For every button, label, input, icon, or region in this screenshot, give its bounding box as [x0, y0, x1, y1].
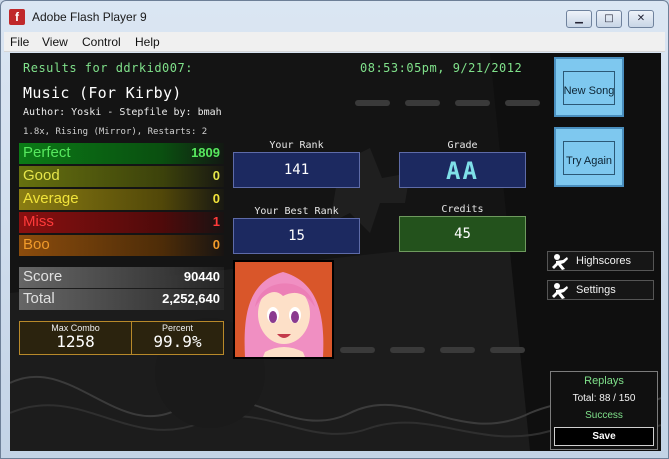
percent: Percent 99.9%	[132, 322, 223, 354]
percent-value: 99.9%	[153, 332, 202, 351]
judgement-value: 1	[212, 214, 220, 229]
game-stage: Results for ddrkid007: 08:53:05pm, 9/21/…	[10, 53, 661, 451]
grade-box: AA	[399, 152, 526, 188]
title-bar: f Adobe Flash Player 9 ▁ □ ✕	[1, 1, 668, 31]
your-rank-box: 141	[233, 152, 360, 188]
judgement-value: 0	[212, 237, 220, 252]
judgement-label: Boo	[23, 236, 50, 253]
avatar	[233, 260, 334, 359]
your-rank-value: 141	[283, 162, 310, 178]
menu-bar: File View Control Help	[4, 32, 665, 52]
replays-total: Total: 88 / 150	[572, 393, 636, 404]
results-header: Results for ddrkid007:	[23, 61, 193, 75]
song-author: Author: Yoski - Stepfile by: bmah	[23, 107, 222, 118]
max-combo: Max Combo 1258	[20, 322, 132, 354]
best-rank-label: Your Best Rank	[254, 206, 339, 217]
menu-control[interactable]: Control	[82, 35, 121, 49]
maximize-button[interactable]: □	[596, 10, 622, 28]
new-song-button[interactable]: New Song	[554, 57, 624, 117]
new-song-label: New Song	[563, 85, 615, 97]
close-button[interactable]: ✕	[628, 10, 654, 28]
anime-girl-avatar-image	[235, 262, 332, 357]
try-again-label: Try Again	[565, 155, 613, 167]
save-replay-button[interactable]: Save	[554, 427, 654, 446]
dancer-icon	[552, 283, 568, 299]
judgement-label: Average	[23, 190, 79, 207]
settings-label: Settings	[576, 284, 616, 296]
dancer-icon	[552, 254, 568, 270]
settings-button[interactable]: Settings	[547, 280, 654, 300]
judgement-value: 1809	[191, 145, 220, 160]
combo-percent-box: Max Combo 1258 Percent 99.9%	[19, 321, 224, 355]
song-title: Music (For Kirby)	[23, 84, 182, 102]
results-timestamp: 08:53:05pm, 9/21/2012	[360, 61, 523, 75]
judgement-label: Good	[23, 167, 60, 184]
judgement-label: Miss	[23, 213, 54, 230]
judgement-boo: Boo 0	[19, 235, 224, 256]
flash-icon: f	[9, 9, 25, 25]
credits-value: 45	[454, 226, 471, 242]
best-rank-value: 15	[288, 228, 305, 244]
judgement-miss: Miss 1	[19, 212, 224, 233]
your-rank-label: Your Rank	[269, 140, 324, 151]
replays-title: Replays	[584, 375, 624, 387]
best-rank-box: 15	[233, 218, 360, 254]
judgement-value: 0	[212, 191, 220, 206]
judgement-label: Perfect	[23, 144, 71, 161]
highscores-label: Highscores	[576, 255, 632, 267]
menu-help[interactable]: Help	[135, 35, 160, 49]
max-combo-value: 1258	[56, 332, 95, 351]
total-row: Total 2,252,640	[19, 289, 224, 310]
try-again-button[interactable]: Try Again	[554, 127, 624, 187]
song-modifiers: 1.8x, Rising (Mirror), Restarts: 2	[23, 127, 208, 137]
judgement-perfect: Perfect 1809	[19, 143, 224, 164]
app-window: f Adobe Flash Player 9 ▁ □ ✕ File View C…	[0, 0, 669, 459]
grade-value: AA	[446, 157, 479, 185]
judgement-average: Average 0	[19, 189, 224, 210]
credits-box: 45	[399, 216, 526, 252]
total-value: 2,252,640	[162, 291, 220, 306]
replays-status: Success	[585, 410, 623, 421]
grade-label: Grade	[447, 140, 478, 151]
judgement-good: Good 0	[19, 166, 224, 187]
score-row: Score 90440	[19, 267, 224, 288]
highscores-button[interactable]: Highscores	[547, 251, 654, 271]
menu-view[interactable]: View	[42, 35, 68, 49]
minimize-button[interactable]: ▁	[566, 10, 592, 28]
menu-file[interactable]: File	[10, 35, 29, 49]
window-title: Adobe Flash Player 9	[32, 10, 147, 24]
score-value: 90440	[183, 269, 220, 284]
judgement-value: 0	[212, 168, 220, 183]
credits-label: Credits	[441, 204, 484, 215]
score-label: Score	[23, 268, 63, 285]
replays-panel: Replays Total: 88 / 150 Success Save	[550, 371, 658, 450]
total-label: Total	[23, 290, 55, 307]
